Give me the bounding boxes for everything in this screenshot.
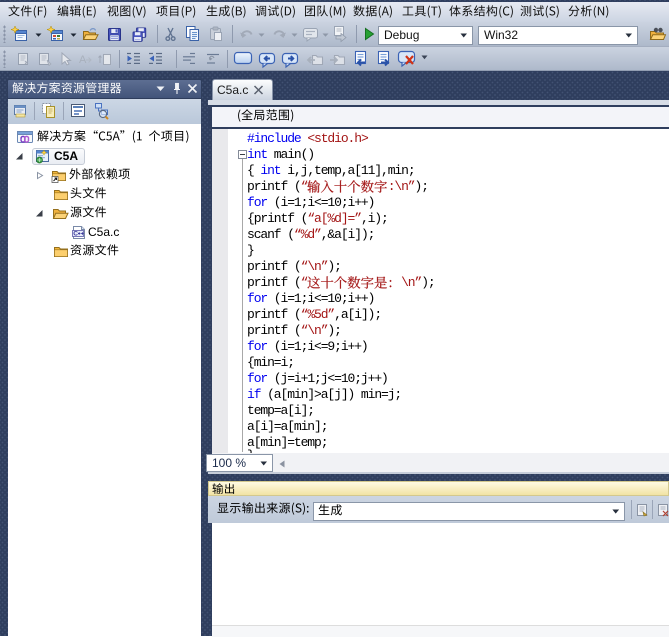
svg-text:A: A	[79, 54, 87, 66]
svg-text:C: C	[73, 231, 78, 238]
